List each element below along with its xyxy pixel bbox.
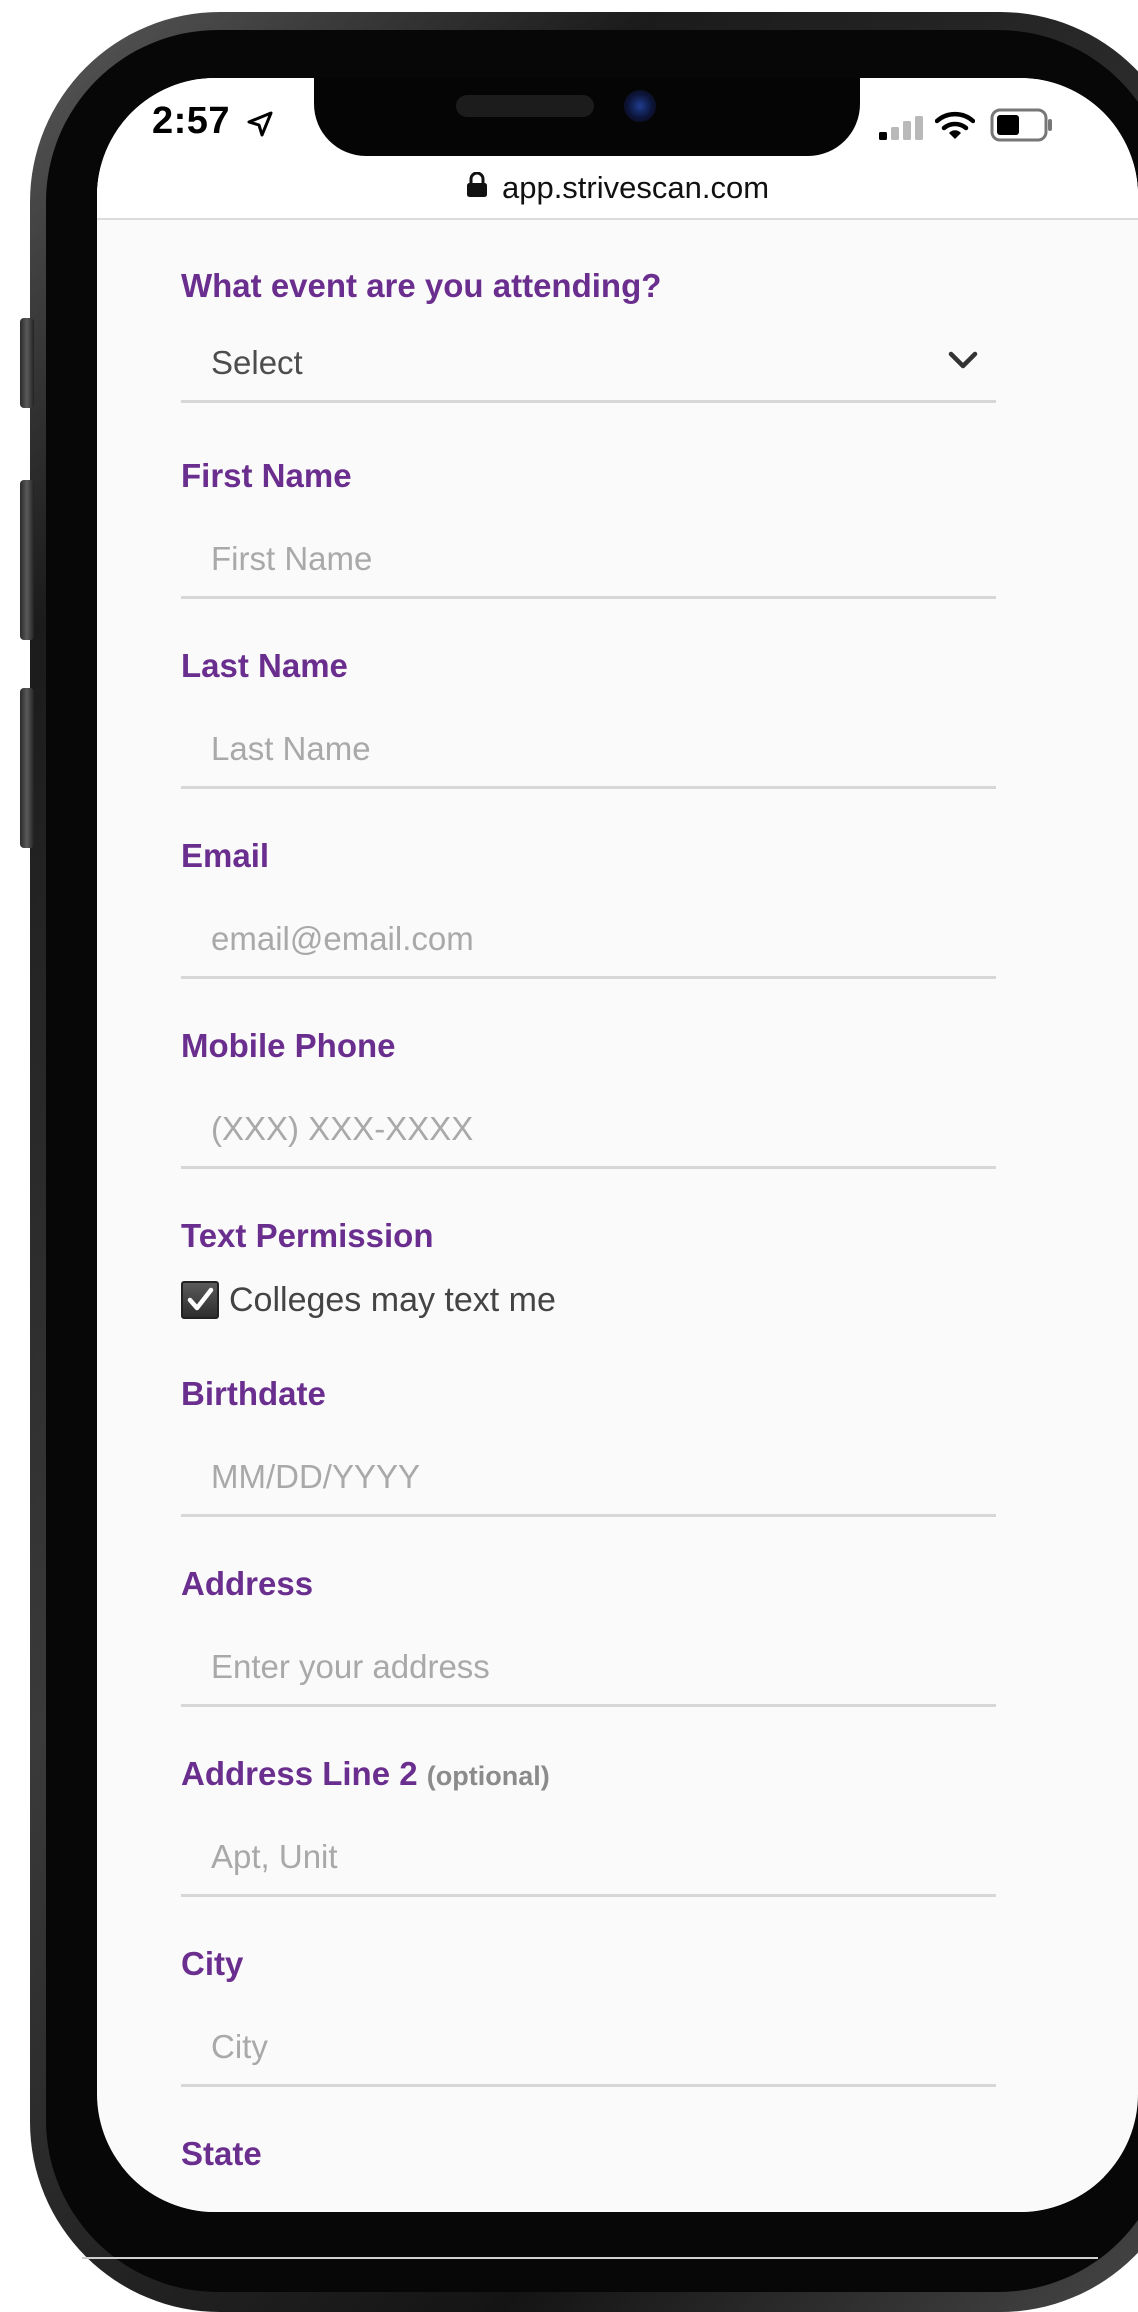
status-time: 2:57 [152, 100, 231, 142]
last-name-input[interactable] [181, 716, 996, 782]
lock-icon [466, 170, 488, 206]
location-arrow-icon [247, 111, 273, 142]
wifi-icon [934, 110, 976, 145]
address-row [181, 1634, 996, 1707]
text-permission-checkbox[interactable] [181, 1281, 219, 1319]
address-line-2-field: Address Line 2 (optional) [181, 1752, 996, 1897]
mobile-phone-label: Mobile Phone [181, 1027, 396, 1064]
mobile-phone-field: Mobile Phone [181, 1024, 996, 1169]
text-permission-field: Text Permission Colleges may text me [181, 1214, 996, 1322]
address-label: Address [181, 1565, 314, 1602]
address-line-2-row [181, 1824, 996, 1897]
first-name-field: First Name [181, 454, 996, 599]
address-line-2-label-row: Address Line 2 (optional) [181, 1752, 996, 1796]
url-text: app.strivescan.com [501, 170, 770, 205]
mobile-phone-row [181, 1096, 996, 1169]
notch [314, 78, 860, 156]
first-name-label: First Name [181, 457, 352, 494]
optional-hint: (optional) [426, 1761, 550, 1791]
text-permission-label: Text Permission [181, 1217, 434, 1254]
registration-form: What event are you attending? Select Fir… [121, 220, 1104, 2212]
birthdate-field: Birthdate [181, 1372, 996, 1517]
event-label: What event are you attending? [181, 267, 662, 304]
address-input[interactable] [181, 1634, 996, 1700]
email-label: Email [181, 837, 270, 874]
address-line-2-label: Address Line 2 [181, 1755, 418, 1792]
event-select-value: Select [211, 344, 303, 381]
email-row [181, 906, 996, 979]
text-permission-checkbox-label: Colleges may text me [229, 1280, 556, 1319]
state-field: State [181, 2132, 996, 2176]
volume-up-button [20, 480, 34, 640]
city-field: City [181, 1942, 996, 2087]
speaker-grille [456, 95, 594, 117]
first-name-row [181, 526, 996, 599]
city-label: City [181, 1945, 244, 1982]
birthdate-label: Birthdate [181, 1375, 326, 1412]
event-select[interactable]: Select [181, 330, 996, 403]
chevron-down-icon[interactable] [948, 348, 978, 377]
birthdate-input[interactable] [181, 1444, 996, 1510]
address-line-2-input[interactable] [181, 1824, 996, 1890]
phone-screen: 2:57 app.strivescan.com What event are y… [97, 78, 1138, 2212]
email-field: Email [181, 834, 996, 979]
birthdate-row [181, 1444, 996, 1517]
city-input[interactable] [181, 2014, 996, 2080]
cellular-signal-icon [879, 116, 925, 145]
text-permission-row[interactable]: Colleges may text me [181, 1278, 996, 1322]
browser-url-bar[interactable]: app.strivescan.com [97, 164, 1138, 220]
address-field: Address [181, 1562, 996, 1707]
battery-icon [990, 108, 1054, 147]
last-name-field: Last Name [181, 644, 996, 789]
event-field: What event are you attending? Select [181, 264, 996, 403]
last-name-label: Last Name [181, 647, 348, 684]
first-name-input[interactable] [181, 526, 996, 592]
state-label: State [181, 2135, 262, 2172]
last-name-row [181, 716, 996, 789]
checkmark-icon [187, 1287, 214, 1311]
mute-switch [20, 318, 34, 408]
city-row [181, 2014, 996, 2087]
page-divider [82, 2257, 1098, 2259]
volume-down-button [20, 688, 34, 848]
email-input[interactable] [181, 906, 996, 972]
mobile-phone-input[interactable] [181, 1096, 996, 1162]
front-camera [624, 90, 656, 122]
